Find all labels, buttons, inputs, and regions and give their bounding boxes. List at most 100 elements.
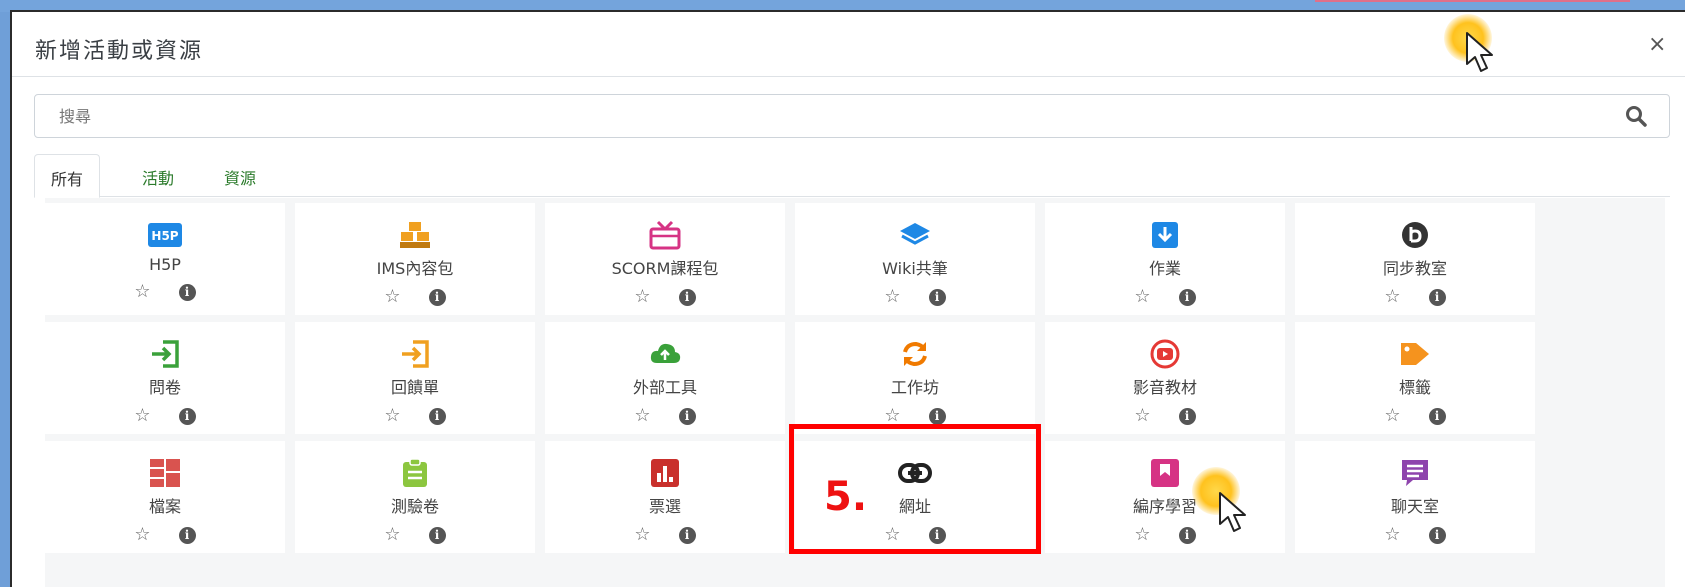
package-boxes-icon bbox=[397, 219, 433, 251]
info-icon[interactable]: i bbox=[678, 526, 696, 544]
star-icon[interactable]: ☆ bbox=[1384, 288, 1400, 306]
activity-name[interactable]: Wiki共筆 bbox=[882, 255, 948, 279]
star-icon[interactable]: ☆ bbox=[384, 288, 400, 306]
star-icon[interactable]: ☆ bbox=[634, 526, 650, 544]
info-icon[interactable]: i bbox=[1428, 526, 1446, 544]
activity-name[interactable]: SCORM課程包 bbox=[612, 255, 719, 279]
mouse-cursor-icon bbox=[1464, 30, 1498, 80]
info-icon[interactable]: i bbox=[1178, 407, 1196, 425]
activity-card[interactable]: IMS內容包 ☆ i bbox=[295, 203, 535, 315]
activity-name[interactable]: 外部工具 bbox=[633, 374, 697, 398]
activity-name[interactable]: 票選 bbox=[649, 493, 681, 517]
star-icon[interactable]: ☆ bbox=[1134, 288, 1150, 306]
activity-card[interactable]: 測驗卷 ☆ i bbox=[295, 441, 535, 553]
cloud-upload-icon bbox=[647, 338, 683, 370]
activity-name[interactable]: 工作坊 bbox=[891, 374, 939, 398]
tab-resources[interactable]: 資源 bbox=[208, 154, 272, 197]
activity-name[interactable]: 聊天室 bbox=[1391, 493, 1439, 517]
info-icon[interactable]: i bbox=[178, 407, 196, 425]
h5p-icon: H5P bbox=[147, 219, 183, 251]
info-icon[interactable]: i bbox=[178, 283, 196, 301]
modal-header: 新增活動或資源 × bbox=[12, 12, 1685, 77]
activity-card[interactable]: 檔案 ☆ i bbox=[45, 441, 285, 553]
card-actions: ☆ i bbox=[634, 288, 696, 306]
activity-name[interactable]: 問卷 bbox=[149, 374, 181, 398]
activity-name[interactable]: H5P bbox=[149, 255, 181, 274]
activity-card[interactable]: 聊天室 ☆ i bbox=[1295, 441, 1535, 553]
activity-card[interactable]: Wiki共筆 ☆ i bbox=[795, 203, 1035, 315]
bookmark-icon bbox=[1147, 457, 1183, 489]
card-actions: ☆ i bbox=[1384, 526, 1446, 544]
info-icon[interactable]: i bbox=[928, 407, 946, 425]
info-icon[interactable]: i bbox=[1428, 407, 1446, 425]
activity-card[interactable]: SCORM課程包 ☆ i bbox=[545, 203, 785, 315]
search-icon[interactable] bbox=[1625, 105, 1647, 131]
star-icon[interactable]: ☆ bbox=[134, 407, 150, 425]
star-icon[interactable]: ☆ bbox=[884, 526, 900, 544]
info-icon[interactable]: i bbox=[678, 288, 696, 306]
activity-name[interactable]: 測驗卷 bbox=[391, 493, 439, 517]
star-icon[interactable]: ☆ bbox=[384, 526, 400, 544]
card-actions: ☆ i bbox=[134, 407, 196, 425]
info-icon[interactable]: i bbox=[428, 526, 446, 544]
card-actions: ☆ i bbox=[884, 407, 946, 425]
card-actions: ☆ i bbox=[384, 288, 446, 306]
tab-all[interactable]: 所有 bbox=[34, 154, 101, 198]
card-actions: ☆ i bbox=[884, 526, 946, 544]
activity-name[interactable]: 網址 bbox=[899, 493, 931, 517]
star-icon[interactable]: ☆ bbox=[1384, 407, 1400, 425]
star-icon[interactable]: ☆ bbox=[884, 288, 900, 306]
clipboard-icon bbox=[397, 457, 433, 489]
activity-name[interactable]: 回饋單 bbox=[391, 374, 439, 398]
activity-grid: H5P H5P ☆ i IMS內容包 ☆ i SCORM課程包 ☆ i Wiki共筆 ☆ i 作業 ☆ i 同步… bbox=[45, 198, 1665, 587]
chat-icon bbox=[1397, 457, 1433, 489]
link-icon bbox=[897, 457, 933, 489]
star-icon[interactable]: ☆ bbox=[634, 407, 650, 425]
activity-name[interactable]: 編序學習 bbox=[1133, 493, 1197, 517]
star-icon[interactable]: ☆ bbox=[1134, 407, 1150, 425]
star-icon[interactable]: ☆ bbox=[884, 407, 900, 425]
star-icon[interactable]: ☆ bbox=[384, 407, 400, 425]
card-actions: ☆ i bbox=[1134, 288, 1196, 306]
activity-card[interactable]: 作業 ☆ i bbox=[1045, 203, 1285, 315]
add-activity-modal: 新增活動或資源 × 所有 活動 資源 H5PH5P☆iIMS內容包☆iSCORM… bbox=[10, 10, 1685, 587]
activity-card[interactable]: 回饋單 ☆ i bbox=[295, 322, 535, 434]
search-input[interactable] bbox=[35, 95, 1595, 137]
info-icon[interactable]: i bbox=[1178, 526, 1196, 544]
activity-name[interactable]: 同步教室 bbox=[1383, 255, 1447, 279]
tab-activities[interactable]: 活動 bbox=[126, 154, 190, 197]
activity-card[interactable]: 外部工具 ☆ i bbox=[545, 322, 785, 434]
info-icon[interactable]: i bbox=[1428, 288, 1446, 306]
activity-card[interactable]: 問卷 ☆ i bbox=[45, 322, 285, 434]
info-icon[interactable]: i bbox=[928, 288, 946, 306]
activity-name[interactable]: 影音教材 bbox=[1133, 374, 1197, 398]
activity-card[interactable]: 工作坊 ☆ i bbox=[795, 322, 1035, 434]
activity-card[interactable]: 票選 ☆ i bbox=[545, 441, 785, 553]
activity-name[interactable]: IMS內容包 bbox=[377, 255, 454, 279]
card-actions: ☆ i bbox=[1384, 288, 1446, 306]
activity-name[interactable]: 作業 bbox=[1149, 255, 1181, 279]
info-icon[interactable]: i bbox=[428, 288, 446, 306]
info-icon[interactable]: i bbox=[678, 407, 696, 425]
star-icon[interactable]: ☆ bbox=[134, 526, 150, 544]
svg-text:H5P: H5P bbox=[151, 229, 178, 243]
info-icon[interactable]: i bbox=[1178, 288, 1196, 306]
activity-card[interactable]: 標籤 ☆ i bbox=[1295, 322, 1535, 434]
star-icon[interactable]: ☆ bbox=[1384, 526, 1400, 544]
star-icon[interactable]: ☆ bbox=[1134, 526, 1150, 544]
activity-card[interactable]: 影音教材 ☆ i bbox=[1045, 322, 1285, 434]
card-actions: ☆ i bbox=[1384, 407, 1446, 425]
activity-name[interactable]: 檔案 bbox=[149, 493, 181, 517]
info-icon[interactable]: i bbox=[178, 526, 196, 544]
star-icon[interactable]: ☆ bbox=[634, 288, 650, 306]
activity-card[interactable]: 同步教室 ☆ i bbox=[1295, 203, 1535, 315]
card-actions: ☆ i bbox=[634, 526, 696, 544]
activity-name[interactable]: 標籤 bbox=[1399, 374, 1431, 398]
layers-icon bbox=[897, 219, 933, 251]
sign-in-icon bbox=[397, 338, 433, 370]
star-icon[interactable]: ☆ bbox=[134, 283, 150, 301]
info-icon[interactable]: i bbox=[428, 407, 446, 425]
info-icon[interactable]: i bbox=[928, 526, 946, 544]
activity-card[interactable]: H5P H5P ☆ i bbox=[45, 203, 285, 315]
close-button[interactable]: × bbox=[1648, 34, 1666, 56]
